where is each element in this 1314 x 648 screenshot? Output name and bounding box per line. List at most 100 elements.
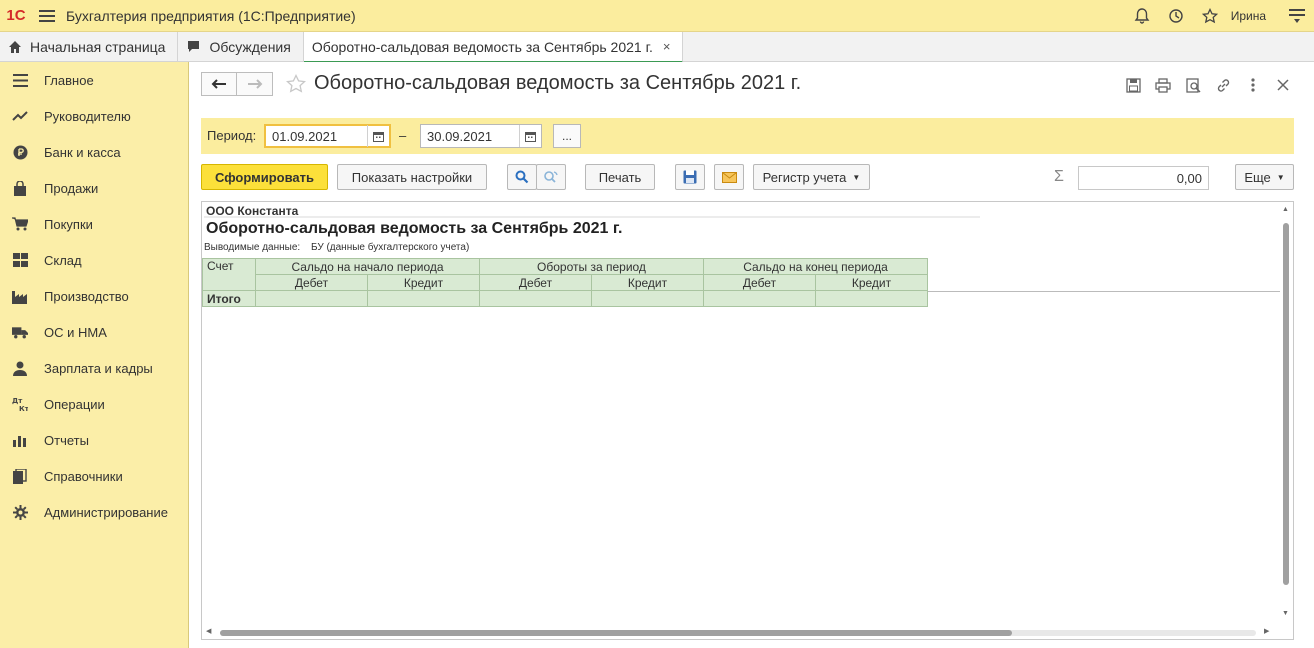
add-to-favorites-icon[interactable] [286, 74, 306, 97]
books-icon [12, 468, 28, 484]
register-label: Регистр учета [762, 169, 847, 185]
sidebar-item-sales[interactable]: Продажи [0, 170, 188, 206]
header-debit[interactable]: Дебет [255, 274, 368, 291]
caret-down-icon: ▼ [852, 172, 861, 182]
bag-icon [12, 180, 28, 196]
sidebar-item-warehouse[interactable]: Склад [0, 242, 188, 278]
horizontal-scrollbar[interactable]: ◀ ▶ [206, 627, 1286, 637]
header-turnover[interactable]: Обороты за период [479, 258, 704, 275]
close-tab-icon[interactable]: × [663, 39, 671, 54]
sidebar-item-manager[interactable]: Руководителю [0, 98, 188, 134]
user-name[interactable]: Ирина [1231, 9, 1266, 23]
scroll-left-icon[interactable]: ◀ [206, 627, 211, 635]
sidebar-item-fixed-assets[interactable]: ОС и НМА [0, 314, 188, 350]
scroll-down-icon[interactable]: ▼ [1282, 610, 1289, 617]
report-title: Оборотно-сальдовая ведомость за Сентябрь… [206, 220, 623, 237]
period-panel: Период: 01.09.2021 – 30.09.2021 ... [201, 118, 1294, 154]
scroll-thumb[interactable] [1283, 223, 1289, 585]
preview-icon[interactable] [1178, 74, 1208, 96]
report-spreadsheet[interactable]: ООО Константа Оборотно-сальдовая ведомос… [201, 201, 1294, 640]
sidebar-item-label: Продажи [44, 180, 99, 196]
total-cell[interactable] [479, 290, 592, 307]
total-cell[interactable] [815, 290, 928, 307]
sidebar-item-references[interactable]: Справочники [0, 458, 188, 494]
settings-menu-icon[interactable] [1280, 0, 1314, 32]
favorites-star-icon[interactable] [1193, 0, 1227, 32]
total-cell[interactable] [703, 290, 816, 307]
output-value: БУ (данные бухгалтерского учета) [310, 242, 470, 253]
print-icon[interactable] [1148, 74, 1178, 96]
sidebar-item-bank[interactable]: Банк и касса [0, 134, 188, 170]
sidebar-item-label: ОС и НМА [44, 324, 107, 340]
output-label: Выводимые данные: [204, 242, 301, 253]
calendar-icon[interactable] [367, 125, 389, 147]
header-account[interactable]: Счет [202, 258, 256, 291]
back-button[interactable] [201, 72, 237, 96]
close-icon[interactable] [1268, 74, 1298, 96]
sum-field[interactable]: 0,00 [1078, 166, 1209, 190]
generate-button[interactable]: Сформировать [201, 164, 328, 190]
header-closing-balance[interactable]: Сальдо на конец периода [703, 258, 928, 275]
choose-period-button[interactable]: ... [553, 124, 581, 148]
send-email-button[interactable] [714, 164, 744, 190]
show-settings-button[interactable]: Показать настройки [337, 164, 487, 190]
header-credit[interactable]: Кредит [367, 274, 480, 291]
more-label: Еще [1244, 169, 1271, 185]
print-button[interactable]: Печать [585, 164, 655, 190]
tab-discussions[interactable]: Обсуждения [178, 32, 304, 62]
more-vertical-icon[interactable] [1238, 74, 1268, 96]
forward-button[interactable] [237, 72, 273, 96]
total-cell[interactable] [591, 290, 704, 307]
header-debit[interactable]: Дебет [479, 274, 592, 291]
chat-icon [186, 40, 201, 54]
total-cell[interactable] [255, 290, 368, 307]
ruble-icon [12, 144, 28, 160]
period-from-field[interactable]: 01.09.2021 [264, 124, 391, 148]
header-credit[interactable]: Кредит [815, 274, 928, 291]
floppy-icon [683, 170, 697, 184]
sidebar-item-operations[interactable]: Дт Кт Операции [0, 386, 188, 422]
save-report-button[interactable] [675, 164, 705, 190]
period-dash: – [399, 128, 407, 143]
save-icon[interactable] [1118, 74, 1148, 96]
search-next-button[interactable] [536, 164, 566, 190]
main-menu-icon[interactable] [32, 9, 62, 22]
more-button[interactable]: Еще ▼ [1235, 164, 1294, 190]
period-to-field[interactable]: 30.09.2021 [420, 124, 542, 148]
sidebar-item-reports[interactable]: Отчеты [0, 422, 188, 458]
sidebar-item-label: Покупки [44, 216, 93, 232]
total-cell[interactable] [367, 290, 480, 307]
sidebar-item-main[interactable]: Главное [0, 62, 188, 98]
report-table: Счет Сальдо на начало периода Обороты за… [202, 258, 928, 307]
header-credit[interactable]: Кредит [591, 274, 704, 291]
calendar-icon[interactable] [519, 125, 541, 147]
tab-label: Оборотно-сальдовая ведомость за Сентябрь… [311, 38, 653, 55]
sidebar-item-production[interactable]: Производство [0, 278, 188, 314]
truck-icon [12, 324, 28, 340]
tab-label: Начальная страница [30, 39, 166, 55]
scroll-thumb[interactable] [220, 630, 1012, 636]
vertical-scrollbar[interactable]: ▲ ▼ [1281, 206, 1291, 624]
1c-logo[interactable]: 1С [0, 0, 32, 32]
scroll-up-icon[interactable]: ▲ [1282, 206, 1289, 213]
history-icon[interactable] [1159, 0, 1193, 32]
tab-home[interactable]: Начальная страница [0, 32, 179, 62]
sidebar-item-administration[interactable]: Администрирование [0, 494, 188, 530]
header-opening-balance[interactable]: Сальдо на начало периода [255, 258, 480, 275]
sidebar-item-label: Руководителю [44, 108, 131, 124]
bell-icon[interactable] [1125, 0, 1159, 32]
account-register-dropdown[interactable]: Регистр учета ▼ [753, 164, 870, 190]
scroll-right-icon[interactable]: ▶ [1264, 627, 1269, 635]
tab-osv-report[interactable]: Оборотно-сальдовая ведомость за Сентябрь… [303, 32, 684, 63]
page-title: Оборотно-сальдовая ведомость за Сентябрь… [314, 72, 802, 94]
tab-label: Обсуждения [209, 39, 291, 55]
sidebar-item-purchases[interactable]: Покупки [0, 206, 188, 242]
sidebar-item-salary-hr[interactable]: Зарплата и кадры [0, 350, 188, 386]
sidebar-item-label: Операции [44, 396, 105, 412]
search-button[interactable] [507, 164, 537, 190]
total-row-label[interactable]: Итого [202, 290, 256, 307]
link-icon[interactable] [1208, 74, 1238, 96]
bar-chart-icon [12, 432, 28, 448]
command-bar: Сформировать Показать настройки Печать Р… [201, 164, 1294, 190]
header-debit[interactable]: Дебет [703, 274, 816, 291]
